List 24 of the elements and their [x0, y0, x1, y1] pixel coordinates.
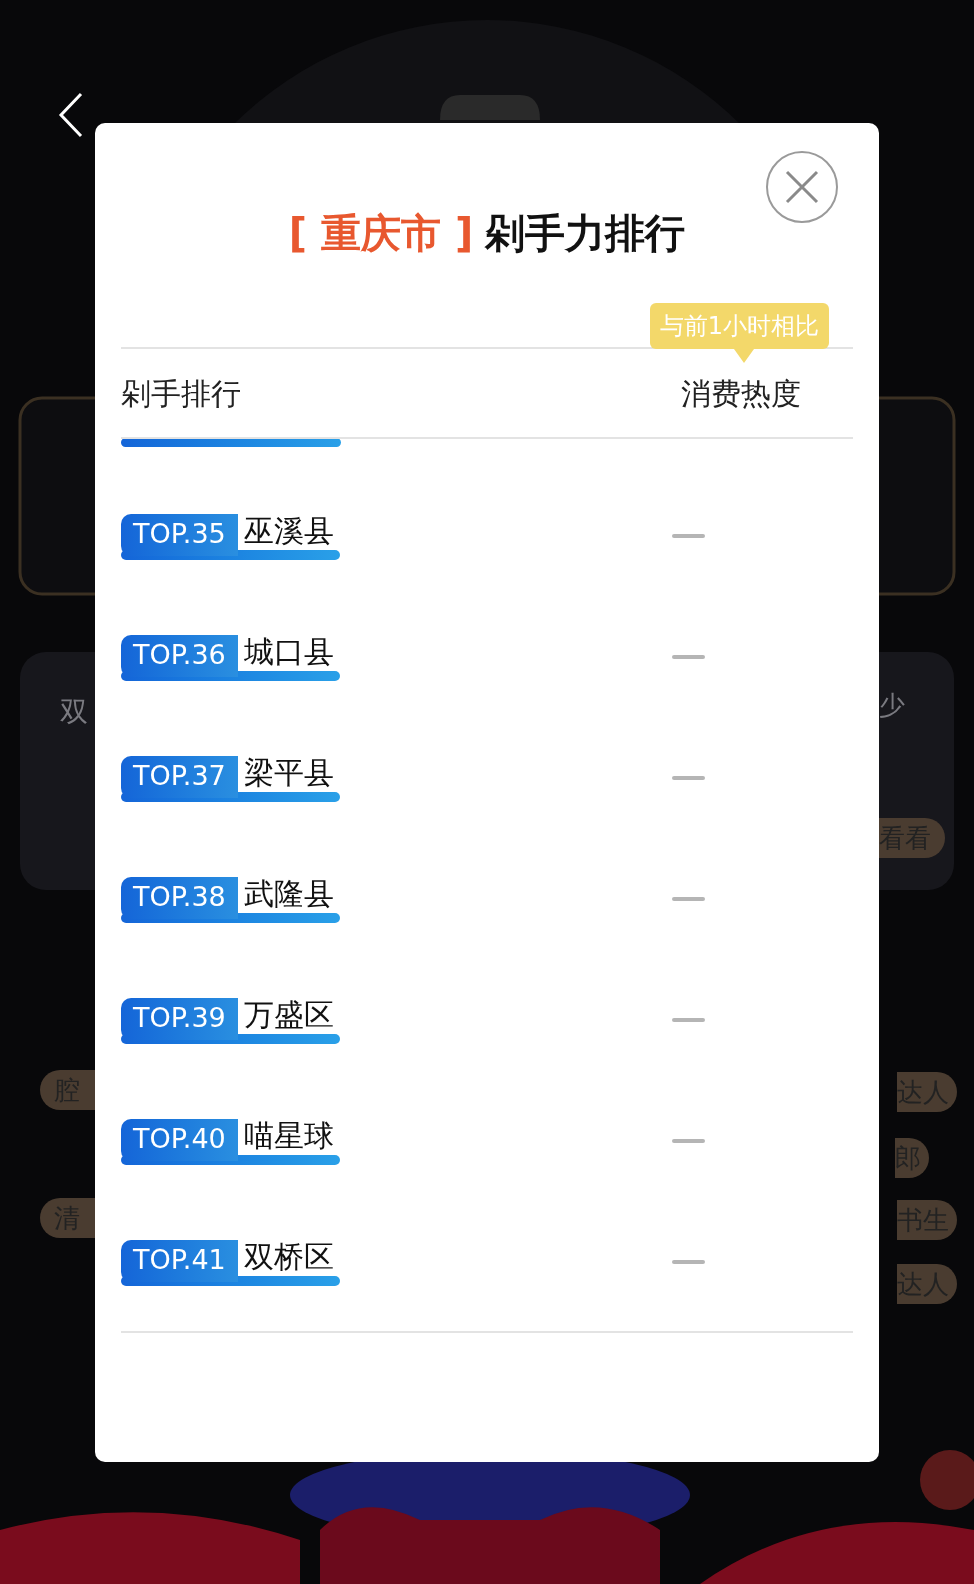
column-header: 消费热度: [681, 374, 801, 413]
back-icon[interactable]: [58, 92, 84, 138]
close-icon: [785, 170, 819, 204]
no-change-icon: [672, 1138, 705, 1143]
rank-badge: TOP.40: [121, 1118, 238, 1161]
rank-badge: TOP.38: [121, 876, 238, 919]
no-change-icon: [672, 1259, 705, 1264]
no-change-icon: [672, 1017, 705, 1022]
rank-badge: TOP.36: [121, 634, 238, 677]
card-title: 双: [60, 694, 89, 730]
rank-badge: TOP.41: [121, 1239, 238, 1282]
rank-badge: TOP.37: [121, 755, 238, 798]
tooltip-text: 与前1小时相比: [659, 311, 819, 342]
city-label: [ 重庆市 ]: [288, 213, 474, 253]
rank-badge: TOP.39: [121, 997, 238, 1040]
no-change-icon: [672, 533, 705, 538]
no-change-icon: [672, 654, 705, 659]
card-title: 少: [879, 688, 905, 722]
no-change-icon: [672, 775, 705, 780]
no-change-icon: [672, 896, 705, 901]
rank-badge: TOP.35: [121, 513, 238, 556]
close-button[interactable]: [766, 151, 838, 223]
dialog-title: 剁手力排行: [485, 213, 686, 253]
column-header: 剁手排行: [121, 374, 241, 413]
